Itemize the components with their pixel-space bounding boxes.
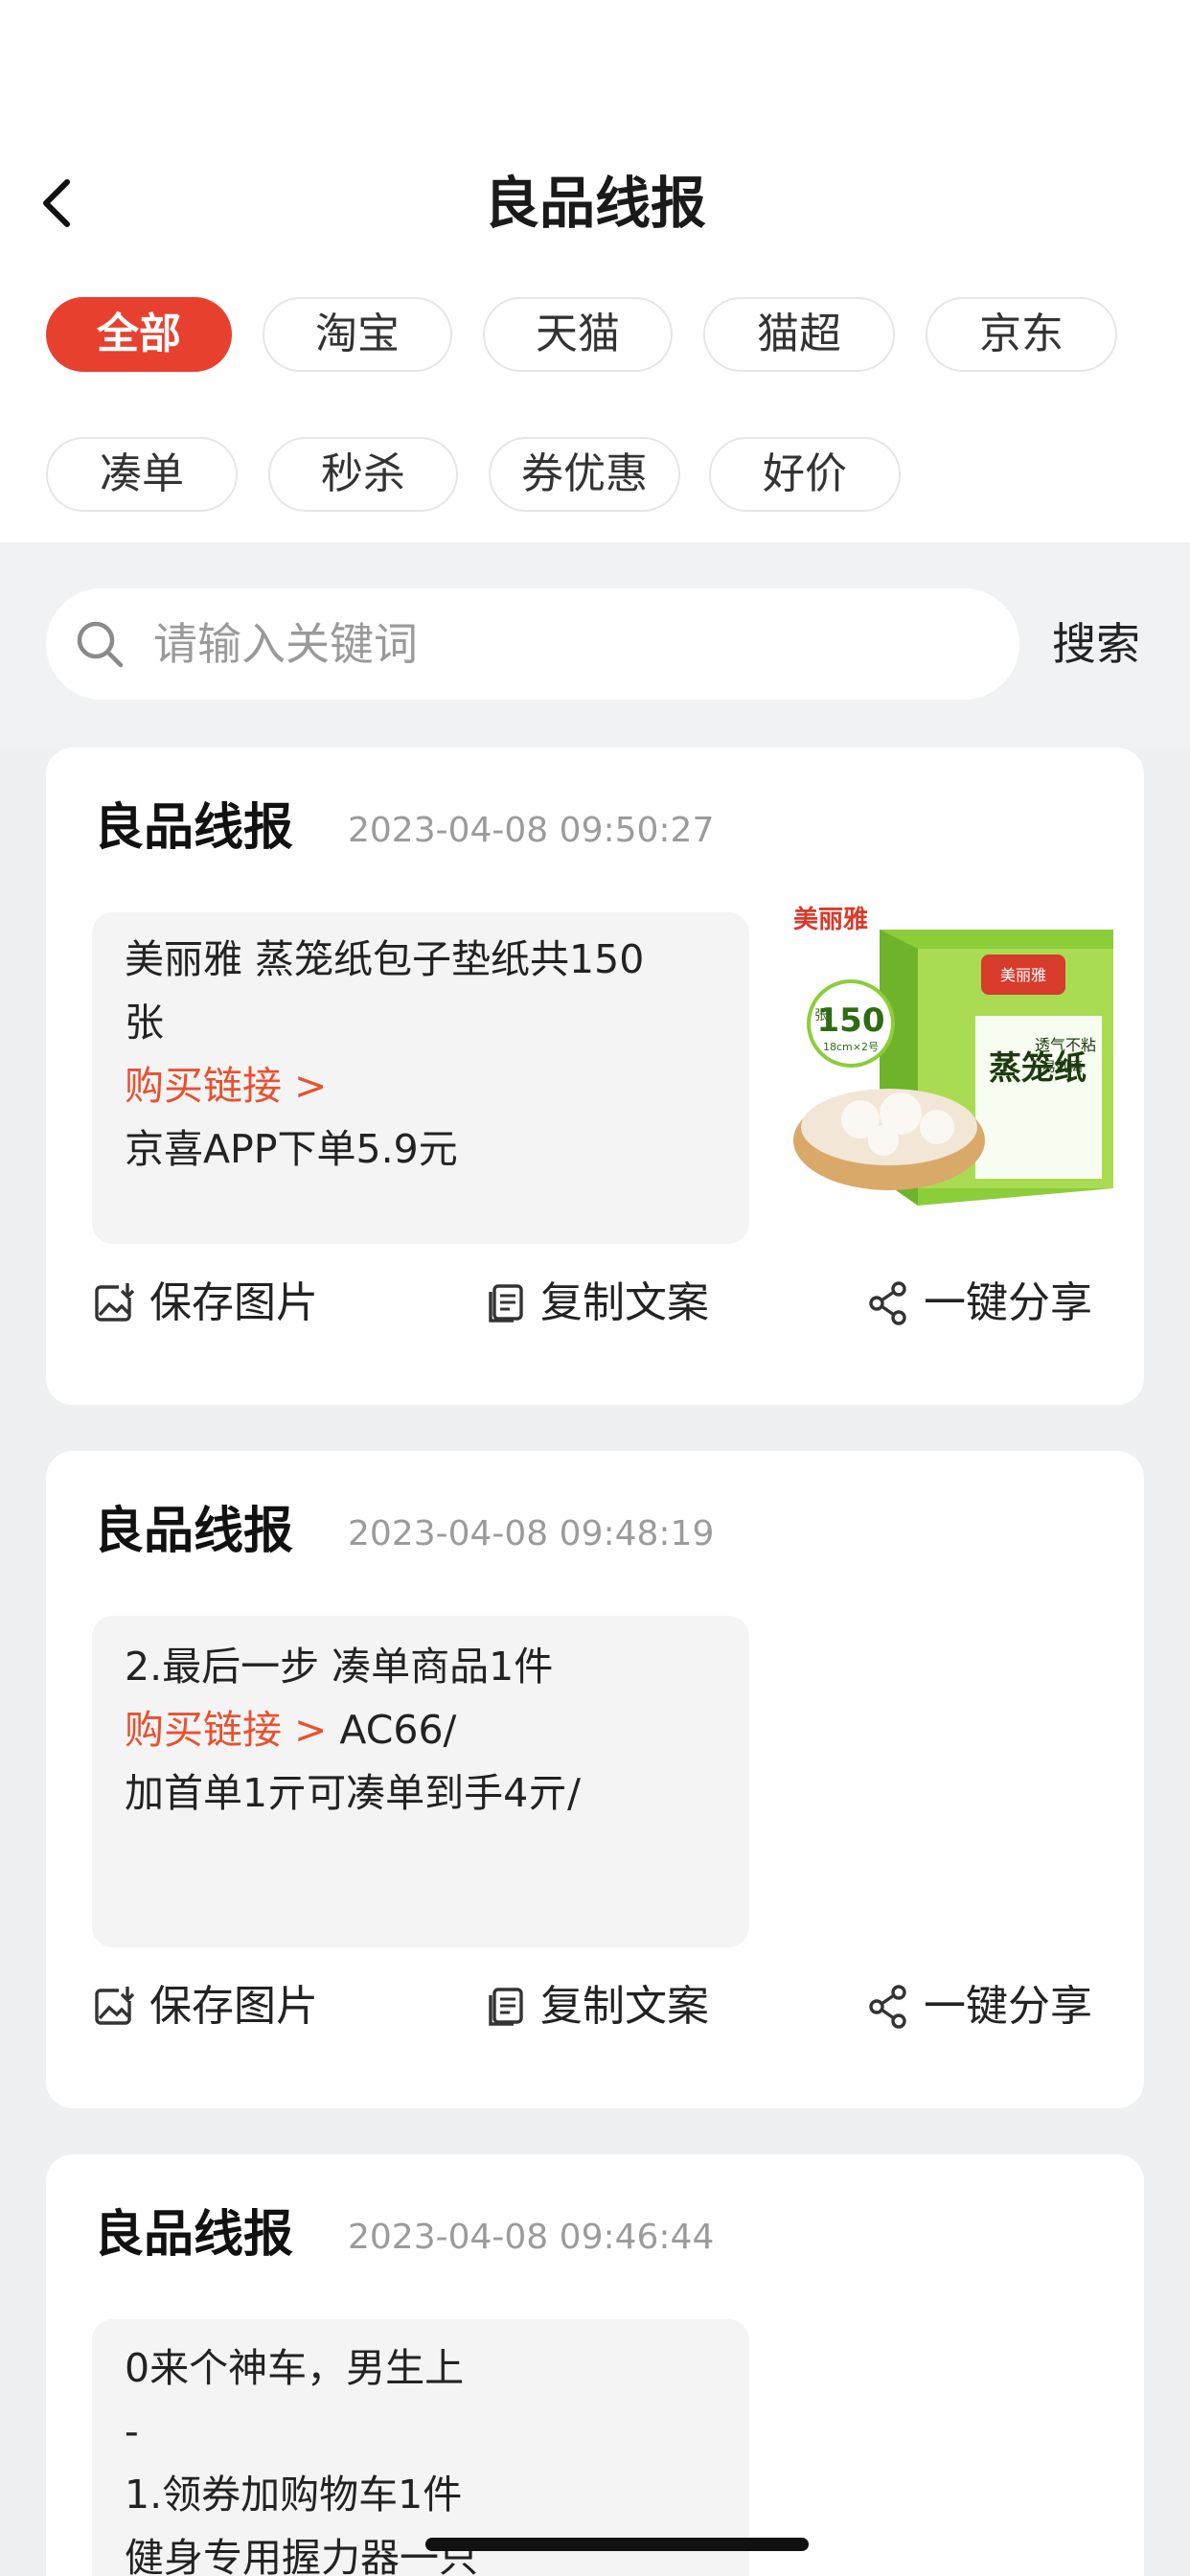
filter-chip-taobao[interactable]: 淘宝 bbox=[263, 297, 452, 372]
page-title: 良品线报 bbox=[483, 171, 706, 236]
filter-chip-flash-sale[interactable]: 秒杀 bbox=[268, 437, 458, 512]
post-card: 良品线报 2023-04-08 09:48:19 2.最后一步 凑单商品1件 购… bbox=[46, 1451, 1144, 2108]
pack-tagline: 透气不粘 bbox=[1035, 1036, 1096, 1054]
filter-chip-coupon[interactable]: 券优惠 bbox=[489, 437, 680, 512]
copy-icon bbox=[489, 1284, 523, 1322]
brand-logo: 美丽雅 bbox=[793, 905, 868, 934]
card-actions: 保存图片 复制文案 一键分享 bbox=[46, 1968, 1144, 2045]
card-content: 2.最后一步 凑单商品1件 购买链接 > AC66/ 加首单1亓可凑单到手4亓/ bbox=[125, 1635, 719, 1825]
card-timestamp: 2023-04-08 09:50:27 bbox=[348, 811, 715, 850]
save-image-label: 保存图片 bbox=[149, 1278, 318, 1327]
filter-chip-all[interactable]: 全部 bbox=[46, 297, 232, 372]
share-icon bbox=[869, 1985, 906, 2029]
search-button[interactable]: 搜索 bbox=[1052, 608, 1140, 680]
filter-chip-combo-order[interactable]: 凑单 bbox=[46, 437, 238, 512]
pack-size: 18cm×2号 bbox=[823, 1041, 879, 1053]
content-line: 健身专用握力器一只 bbox=[125, 2535, 478, 2576]
content-line: 京喜APP下单5.9元 bbox=[125, 1126, 458, 1172]
share-label: 一键分享 bbox=[924, 1278, 1092, 1327]
content-line: 1.领券加购物车1件 bbox=[125, 2472, 463, 2518]
pack-brand-badge: 美丽雅 bbox=[1000, 966, 1046, 984]
buy-link[interactable]: 购买链接 > bbox=[125, 1707, 327, 1753]
content-line: 美丽雅 蒸笼纸包子垫纸共150 bbox=[125, 936, 645, 982]
copy-icon bbox=[489, 1988, 523, 2026]
content-line: 0来个神车，男生上 bbox=[125, 2345, 465, 2391]
content-line: 2.最后一步 凑单商品1件 bbox=[125, 1644, 554, 1690]
content-line: 张 bbox=[125, 1000, 164, 1046]
search-icon bbox=[77, 621, 124, 668]
copy-text-label: 复制文案 bbox=[540, 1982, 709, 2031]
card-title: 良品线报 bbox=[94, 799, 294, 857]
post-card: 良品线报 2023-04-08 09:46:44 0来个神车，男生上 - 1.领… bbox=[46, 2154, 1144, 2576]
filter-chip-jd[interactable]: 京东 bbox=[926, 297, 1117, 372]
copy-text-label: 复制文案 bbox=[540, 1278, 709, 1327]
save-image-icon bbox=[95, 1282, 136, 1322]
home-indicator[interactable] bbox=[425, 2538, 809, 2551]
card-content: 美丽雅 蒸笼纸包子垫纸共150 张 购买链接 > 京喜APP下单5.9元 bbox=[125, 928, 719, 1181]
card-actions: 保存图片 复制文案 一键分享 bbox=[46, 1265, 1144, 1342]
content-line: 购买链接 > AC66/ bbox=[125, 1698, 719, 1761]
share-icon bbox=[869, 1281, 906, 1325]
pack-unit: 张 bbox=[814, 1008, 828, 1024]
card-title: 良品线报 bbox=[94, 2206, 294, 2264]
product-image[interactable]: 美丽雅 蒸笼纸 透气不粘 易剥离 150 张 18cm×2号 美丽雅 bbox=[784, 901, 1138, 1227]
card-timestamp: 2023-04-08 09:46:44 bbox=[348, 2218, 715, 2257]
content-line: - bbox=[125, 2408, 139, 2454]
buy-link[interactable]: 购买链接 > bbox=[125, 1054, 719, 1117]
save-image-icon bbox=[95, 1986, 136, 2025]
pack-tagline: 易剥离 bbox=[1042, 1059, 1083, 1075]
content-line: 加首单1亓可凑单到手4亓/ bbox=[125, 1770, 581, 1816]
filter-chip-good-price[interactable]: 好价 bbox=[709, 437, 901, 512]
share-label: 一键分享 bbox=[924, 1982, 1092, 2031]
search-input[interactable] bbox=[153, 608, 996, 680]
link-suffix: AC66/ bbox=[327, 1707, 457, 1753]
card-timestamp: 2023-04-08 09:48:19 bbox=[348, 1514, 715, 1553]
post-card: 良品线报 2023-04-08 09:50:27 美丽雅 蒸笼纸包子垫纸共150… bbox=[46, 748, 1144, 1405]
filter-chip-tmall[interactable]: 天猫 bbox=[483, 297, 673, 372]
save-image-label: 保存图片 bbox=[149, 1982, 318, 2031]
card-title: 良品线报 bbox=[94, 1503, 294, 1560]
filter-chip-tmall-supermarket[interactable]: 猫超 bbox=[703, 297, 895, 372]
